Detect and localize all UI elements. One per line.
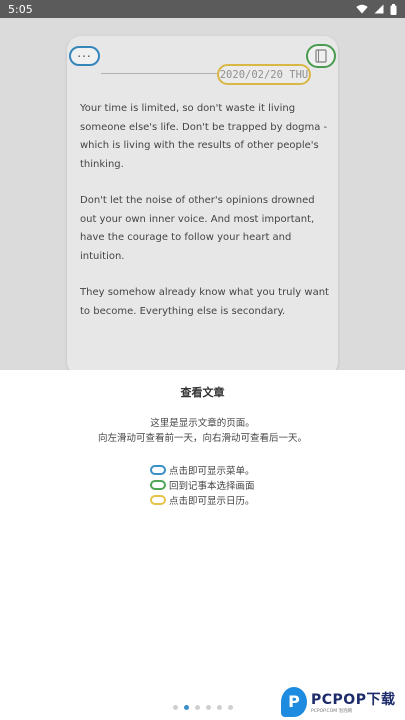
sheet-title: 查看文章 — [180, 386, 225, 399]
watermark: P PCPOP下载 PCPOP.COM 泡泡网 — [281, 683, 405, 720]
brand-name: PCPOP下载 — [311, 692, 396, 708]
legend-item-menu: 点击即可显示菜单。 — [150, 462, 310, 477]
wifi-icon — [356, 4, 368, 14]
page-dot[interactable] — [173, 705, 178, 710]
page-dot-active[interactable] — [184, 705, 189, 710]
status-bar: 5:05 — [0, 0, 405, 18]
tutorial-sheet: 查看文章 这里是显示文章的页面。 向左滑动可查看前一天，向右滑动可查看后一天。 … — [0, 370, 405, 720]
page-dot[interactable] — [228, 705, 233, 710]
page-dot[interactable] — [217, 705, 222, 710]
status-icons — [356, 3, 397, 15]
brand-text: PCPOP下载 PCPOP.COM 泡泡网 — [311, 689, 395, 714]
legend-label: 点击即可显示菜单。 — [169, 465, 255, 477]
page-indicator[interactable] — [173, 705, 233, 710]
status-time: 5:05 — [8, 2, 33, 16]
legend-pill-yellow — [150, 494, 166, 505]
sheet-description: 这里是显示文章的页面。 向左滑动可查看前一天，向右滑动可查看后一天。 — [0, 416, 405, 446]
legend-label: 回到记事本选择画面 — [169, 480, 255, 492]
page-dot[interactable] — [206, 705, 211, 710]
dim-overlay — [0, 18, 405, 370]
page-dot[interactable] — [195, 705, 200, 710]
legend-pill-green — [150, 479, 166, 490]
signal-icon — [374, 4, 384, 14]
legend: 点击即可显示菜单。 回到记事本选择画面 点击即可显示日历。 — [150, 462, 310, 507]
legend-pill-blue — [150, 464, 166, 475]
legend-item-calendar: 点击即可显示日历。 — [150, 492, 310, 507]
brand-logo-icon: P — [281, 686, 307, 717]
legend-label: 点击即可显示日历。 — [169, 495, 255, 507]
desc-line: 向左滑动可查看前一天，向右滑动可查看后一天。 — [97, 433, 307, 444]
battery-icon — [390, 3, 397, 15]
legend-item-notebook: 回到记事本选择画面 — [150, 477, 310, 492]
desc-line: 这里是显示文章的页面。 — [150, 418, 255, 429]
